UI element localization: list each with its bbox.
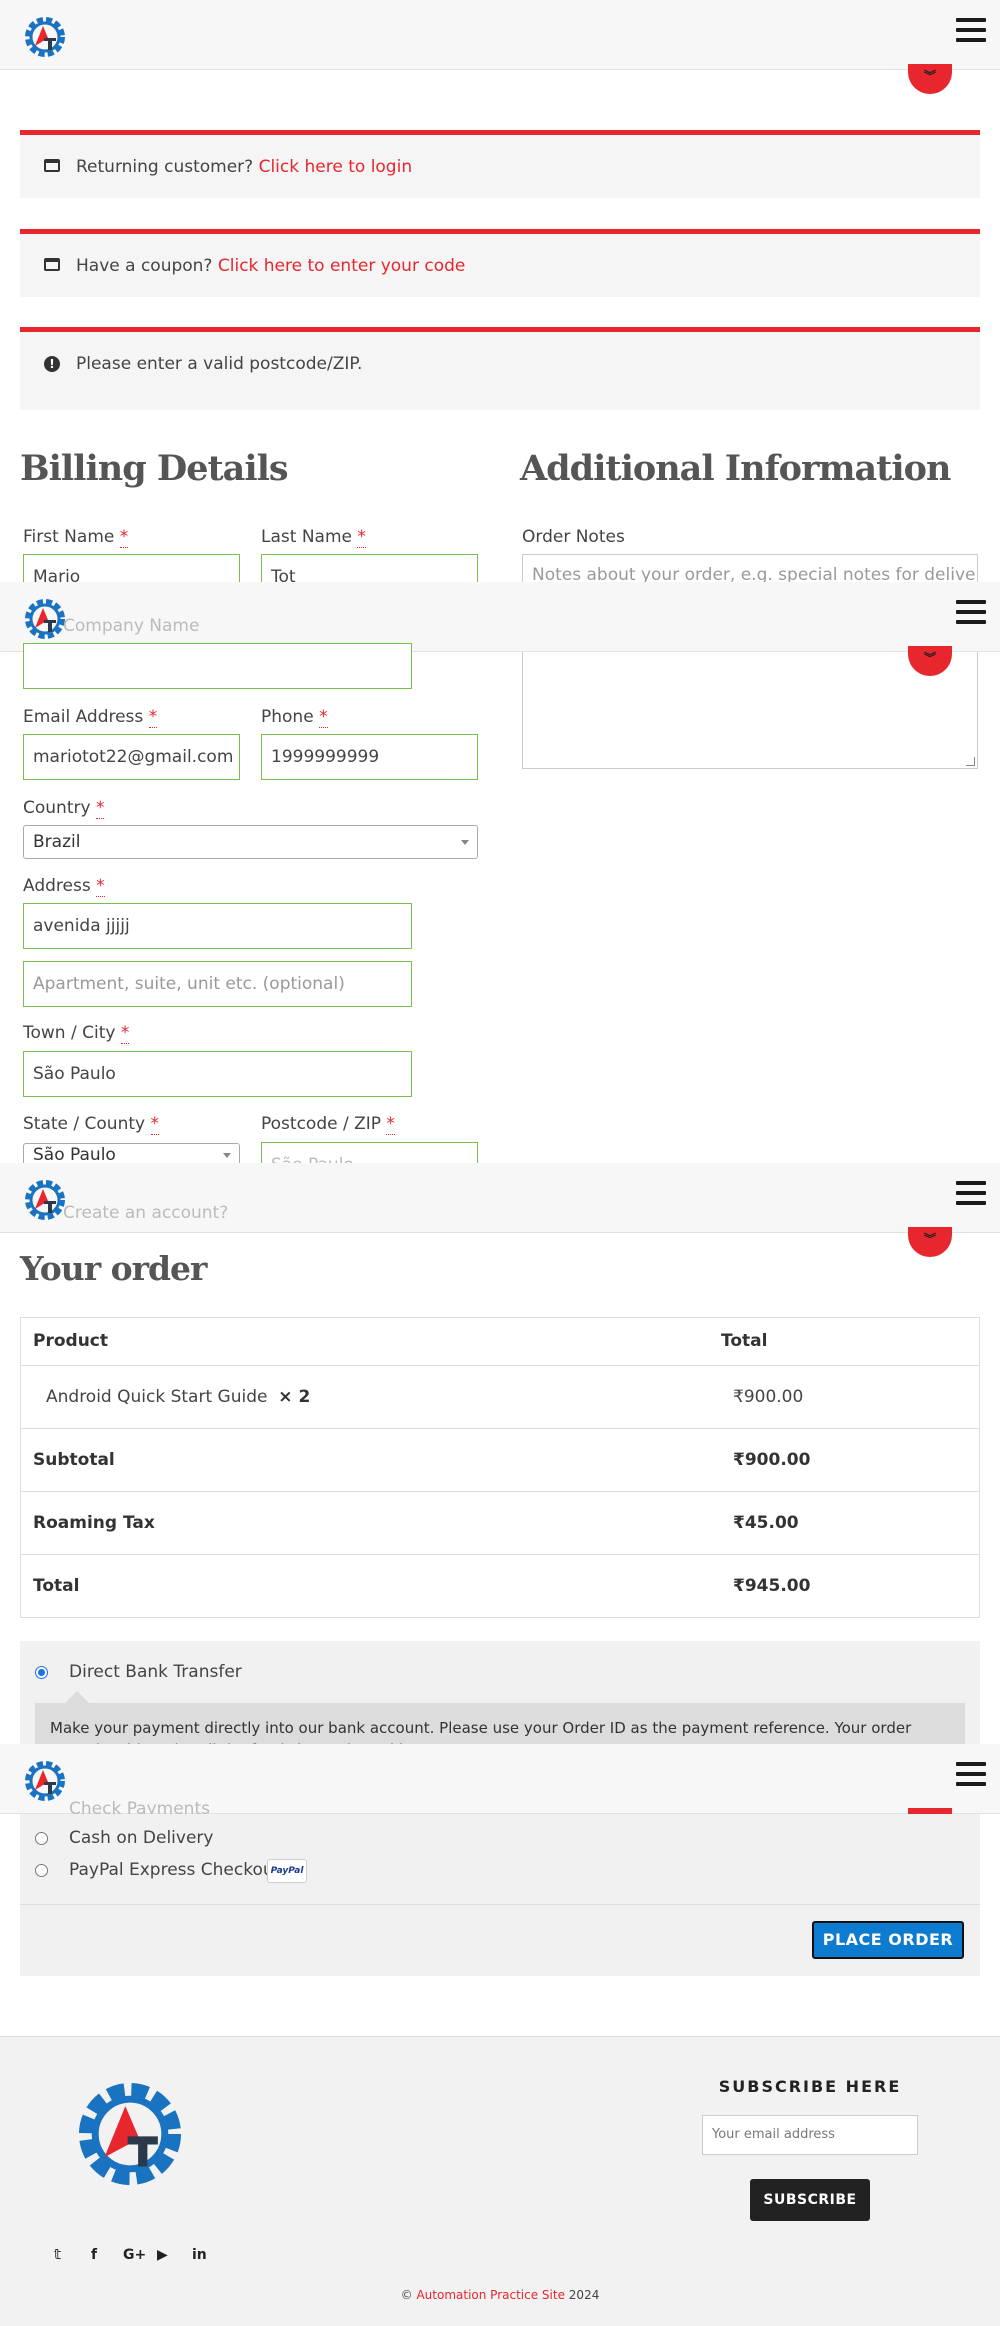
- returning-customer-text: Returning customer?: [76, 157, 254, 177]
- footer-logo[interactable]: [72, 2073, 188, 2195]
- your-order-title: Your order: [20, 1249, 207, 1288]
- sticky-header: Check Payments: [0, 1744, 1000, 1819]
- footer: SUBSCRIBE HERE Your email address SUBSCR…: [0, 2036, 1000, 2326]
- product-name: Android Quick Start Guide: [46, 1387, 268, 1407]
- top-header: [0, 0, 1000, 70]
- phone-label: Phone *: [261, 707, 328, 728]
- country-label: Country *: [23, 798, 105, 819]
- order-table: Product Total Android Quick Start Guide …: [20, 1317, 980, 1618]
- scroll-down-icon[interactable]: ︾: [908, 1227, 952, 1257]
- exclamation-icon: !: [44, 356, 60, 372]
- table-row: Android Quick Start Guide × 2 ₹900.00: [21, 1365, 979, 1428]
- product-quantity: × 2: [278, 1387, 311, 1407]
- resize-handle-icon[interactable]: [966, 757, 975, 766]
- login-link[interactable]: Click here to login: [259, 157, 413, 177]
- hamburger-menu-icon[interactable]: [956, 600, 986, 626]
- total-label: Total: [33, 1576, 80, 1596]
- coupon-link[interactable]: Click here to enter your code: [218, 256, 465, 276]
- linkedin-icon[interactable]: in: [192, 2247, 207, 2263]
- subtotal-value: ₹900.00: [733, 1450, 811, 1470]
- city-field[interactable]: São Paulo: [23, 1051, 412, 1097]
- create-account-label-obscured: Create an account?: [63, 1203, 229, 1223]
- dropdown-arrow-icon: [461, 840, 469, 845]
- additional-information-title: Additional Information: [520, 448, 951, 489]
- site-logo[interactable]: [20, 12, 70, 62]
- paypal-radio[interactable]: [35, 1864, 48, 1877]
- postcode-label: Postcode / ZIP *: [261, 1114, 395, 1135]
- tax-value: ₹45.00: [733, 1513, 799, 1533]
- tax-row: Roaming Tax ₹45.00: [21, 1491, 979, 1554]
- company-name-field[interactable]: [23, 643, 412, 689]
- subtotal-label: Subtotal: [33, 1450, 115, 1470]
- city-label: Town / City *: [23, 1023, 130, 1044]
- google-plus-icon[interactable]: G+: [123, 2247, 146, 2263]
- dropdown-arrow-icon: [223, 1153, 231, 1158]
- coupon-text: Have a coupon?: [76, 256, 213, 276]
- product-total: ₹900.00: [733, 1387, 804, 1407]
- sticky-header: Create an account?: [0, 1163, 1000, 1233]
- subscribe-button[interactable]: SUBSCRIBE: [750, 2179, 870, 2221]
- error-notice: ! Please enter a valid postcode/ZIP.: [20, 327, 980, 410]
- billing-details-title: Billing Details: [20, 448, 289, 489]
- email-label: Email Address *: [23, 707, 158, 728]
- phone-field[interactable]: 1999999999: [261, 734, 478, 780]
- cod-radio[interactable]: [35, 1832, 48, 1845]
- table-header-row: Product Total: [21, 1318, 979, 1365]
- state-select[interactable]: São Paulo: [23, 1143, 240, 1165]
- country-select[interactable]: Brazil: [23, 825, 478, 859]
- subscribe-email-input[interactable]: Your email address: [702, 2115, 918, 2155]
- payment-section-continued: Cash on Delivery PayPal Express Checkout…: [20, 1814, 980, 1976]
- column-total: Total: [721, 1331, 768, 1351]
- column-product: Product: [33, 1331, 108, 1351]
- first-name-label: First Name *: [23, 527, 129, 548]
- window-icon: [44, 258, 60, 271]
- address-label: Address *: [23, 876, 105, 897]
- company-name-label-obscured: Company Name: [63, 616, 200, 636]
- divider: [20, 1904, 980, 1905]
- state-label: State / County *: [23, 1114, 159, 1135]
- address2-field[interactable]: Apartment, suite, unit etc. (optional): [23, 961, 412, 1007]
- hamburger-menu-icon[interactable]: [956, 18, 986, 44]
- paypal-label[interactable]: PayPal Express Checkout: [69, 1860, 280, 1880]
- error-message: Please enter a valid postcode/ZIP.: [76, 354, 363, 374]
- subscribe-title: SUBSCRIBE HERE: [718, 2077, 902, 2096]
- twitter-icon[interactable]: 𝕥: [54, 2247, 61, 2263]
- scroll-down-icon[interactable]: ︾: [908, 64, 952, 94]
- window-icon: [44, 159, 60, 172]
- total-value: ₹945.00: [733, 1576, 811, 1596]
- hamburger-menu-icon[interactable]: [956, 1181, 986, 1207]
- email-field[interactable]: mariotot22@gmail.com: [23, 734, 240, 780]
- subtotal-row: Subtotal ₹900.00: [21, 1428, 979, 1491]
- coupon-notice: Have a coupon? Click here to enter your …: [20, 229, 980, 297]
- copyright: © Automation Practice Site 2024: [400, 2288, 600, 2302]
- site-logo[interactable]: [20, 1756, 70, 1806]
- youtube-icon[interactable]: ▶: [157, 2247, 168, 2263]
- order-notes-label: Order Notes: [522, 527, 625, 547]
- bank-transfer-radio[interactable]: [35, 1666, 48, 1679]
- place-order-button[interactable]: PLACE ORDER: [812, 1921, 964, 1959]
- last-name-label: Last Name *: [261, 527, 366, 548]
- facebook-icon[interactable]: f: [91, 2247, 97, 2263]
- total-row: Total ₹945.00: [21, 1554, 979, 1617]
- cod-label[interactable]: Cash on Delivery: [69, 1828, 213, 1848]
- tax-label: Roaming Tax: [33, 1513, 155, 1533]
- hamburger-menu-icon[interactable]: [956, 1762, 986, 1788]
- address-field[interactable]: avenida jjjjj: [23, 903, 412, 949]
- returning-customer-notice: Returning customer? Click here to login: [20, 130, 980, 198]
- paypal-logo-icon: PayPal: [267, 1859, 307, 1883]
- copyright-link[interactable]: Automation Practice Site: [416, 2288, 565, 2302]
- bank-transfer-label[interactable]: Direct Bank Transfer: [69, 1662, 242, 1682]
